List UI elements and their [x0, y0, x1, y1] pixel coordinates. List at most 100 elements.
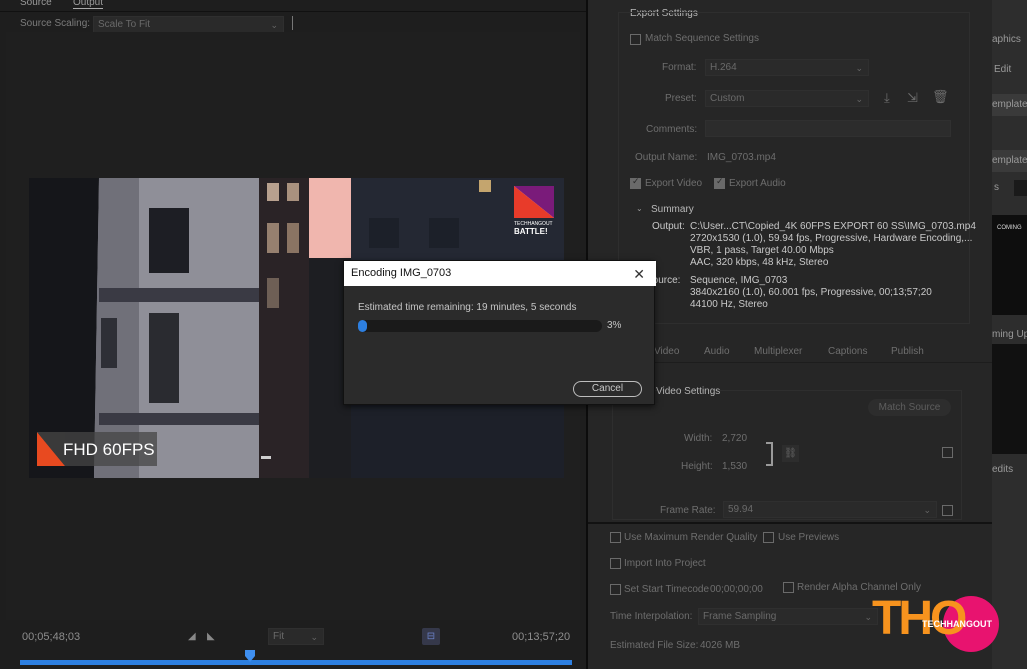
- aspect-ratio-icon[interactable]: ⊟: [422, 628, 440, 645]
- start-timecode-value[interactable]: 00;00;00;00: [710, 584, 763, 595]
- strip-button[interactable]: emplate: [992, 94, 1027, 116]
- chevron-down-icon: ⌄: [855, 94, 863, 104]
- summary-output-label: Output:: [652, 221, 685, 232]
- close-icon[interactable]: ✕: [633, 266, 645, 283]
- output-line: VBR, 1 pass, Target 40.00 Mbps: [690, 245, 834, 256]
- progress-percent-label: 3%: [607, 320, 622, 331]
- max-render-quality-checkbox[interactable]: [610, 532, 621, 543]
- import-into-project-checkbox[interactable]: [610, 558, 621, 569]
- encoding-progress-fill: [358, 320, 367, 332]
- max-render-quality-label: Use Maximum Render Quality: [624, 532, 758, 543]
- source-line: Sequence, IMG_0703: [690, 275, 788, 286]
- cancel-button[interactable]: Cancel: [573, 381, 642, 397]
- chevron-down-icon: ⌄: [270, 20, 278, 30]
- tab-captions[interactable]: Captions: [828, 346, 867, 357]
- output-line: 2720x1530 (1.0), 59.94 fps, Progressive,…: [690, 233, 973, 244]
- summary-output-details: C:\User...CT\Copied_4K 60FPS EXPORT 60 S…: [690, 221, 976, 269]
- export-audio-checkbox[interactable]: [714, 178, 725, 189]
- strip-item-label: emplate: [992, 155, 1027, 166]
- strip-thumbnail-label: COMING: [997, 225, 1022, 231]
- timecode-duration: 00;13;57;20: [512, 631, 571, 643]
- preset-label: Preset:: [665, 93, 697, 104]
- corner-logo: TECHHANGOUT BATTLE!: [514, 186, 558, 236]
- strip-thumbnail: COMING: [992, 215, 1027, 315]
- use-previews-checkbox[interactable]: [763, 532, 774, 543]
- save-preset-icon[interactable]: ⤓: [884, 90, 890, 106]
- use-previews-label: Use Previews: [778, 532, 840, 543]
- dialog-title-bar: Encoding IMG_0703: [344, 261, 656, 286]
- width-label: Width:: [684, 433, 713, 444]
- chevron-down-icon: ⌄: [310, 632, 318, 642]
- strip-item[interactable]: edits: [992, 464, 1013, 475]
- estimated-size-value: 4026 MB: [700, 640, 741, 651]
- output-name-label: Output Name:: [635, 152, 698, 163]
- comments-input[interactable]: [705, 120, 951, 137]
- chevron-down-icon: ⌄: [864, 612, 872, 622]
- mark-in-icon[interactable]: ◢: [188, 631, 196, 642]
- encoding-progress-bar: [358, 320, 602, 332]
- height-label: Height:: [681, 461, 713, 472]
- link-icon[interactable]: ⛓: [782, 445, 799, 462]
- width-value[interactable]: 2,720: [722, 433, 747, 444]
- time-interpolation-label: Time Interpolation:: [610, 611, 693, 622]
- timecode-current[interactable]: 00;05;48;03: [22, 631, 80, 643]
- export-video-checkbox[interactable]: [630, 178, 641, 189]
- match-sequence-checkbox[interactable]: [630, 34, 641, 45]
- import-preset-icon[interactable]: ⇲: [907, 90, 918, 106]
- cancel-label: Cancel: [591, 383, 624, 394]
- export-video-label: Export Video: [645, 178, 703, 189]
- chevron-down-icon[interactable]: ⌄: [636, 204, 643, 213]
- render-alpha-checkbox[interactable]: [783, 582, 794, 593]
- source-scaling-dropdown[interactable]: Scale To Fit ⌄: [93, 16, 284, 33]
- tab-source[interactable]: Source: [20, 0, 52, 8]
- strip-item[interactable]: aphics: [992, 34, 1021, 45]
- summary-title: Summary: [651, 204, 694, 215]
- tab-multiplexer[interactable]: Multiplexer: [754, 346, 802, 357]
- trash-icon[interactable]: 🗑: [932, 89, 949, 105]
- tab-output[interactable]: Output: [73, 0, 104, 9]
- format-dropdown[interactable]: H.264 ⌄: [705, 59, 869, 76]
- strip-item-label: emplate: [992, 99, 1027, 110]
- tab-audio[interactable]: Audio: [704, 346, 730, 357]
- fhd-overlay-text: FHD 60FPS: [63, 440, 155, 459]
- dimension-bracket: [766, 442, 773, 466]
- corner-logo-line-2: BATTLE!: [514, 227, 548, 236]
- source-line: 44100 Hz, Stereo: [690, 299, 768, 310]
- estimated-size-label: Estimated File Size:: [610, 640, 699, 651]
- strip-item[interactable]: Edit: [994, 64, 1011, 75]
- frame-rate-override-checkbox[interactable]: [942, 505, 953, 516]
- width-height-override-checkbox[interactable]: [942, 447, 953, 458]
- preset-dropdown[interactable]: Custom ⌄: [705, 90, 869, 107]
- set-start-timecode-label: Set Start Timecode: [624, 584, 710, 595]
- watermark-small-text: TECHHANGOUT: [922, 619, 992, 629]
- mark-out-icon[interactable]: ◣: [207, 631, 215, 642]
- chevron-down-icon: ⌄: [923, 505, 931, 515]
- tab-publish[interactable]: Publish: [891, 346, 924, 357]
- timeline-range-bar[interactable]: [20, 660, 572, 665]
- time-remaining-text: Estimated time remaining: 19 minutes, 5 …: [358, 302, 577, 313]
- format-value: H.264: [710, 62, 737, 73]
- time-interpolation-dropdown[interactable]: Frame Sampling ⌄: [698, 608, 878, 625]
- strip-button[interactable]: emplate: [992, 150, 1027, 172]
- match-sequence-label: Match Sequence Settings: [645, 33, 759, 44]
- strip-item[interactable]: ming Up: [992, 329, 1027, 340]
- tab-video[interactable]: Video: [654, 346, 679, 357]
- height-value[interactable]: 1,530: [722, 461, 747, 472]
- comments-label: Comments:: [646, 124, 698, 135]
- logo-mark-icon: [514, 186, 554, 218]
- section-divider: [588, 522, 992, 524]
- output-name-link[interactable]: IMG_0703.mp4: [707, 152, 776, 163]
- chevron-down-icon: ⌄: [855, 63, 863, 73]
- match-source-label: Match Source: [878, 402, 941, 413]
- divider-marker: [292, 16, 293, 30]
- fit-dropdown[interactable]: Fit ⌄: [268, 628, 324, 645]
- match-source-button[interactable]: Match Source: [868, 399, 951, 416]
- summary-source-details: Sequence, IMG_0703 3840x2160 (1.0), 60.0…: [690, 275, 932, 311]
- encoding-dialog: Encoding IMG_0703 ✕ Estimated time remai…: [343, 260, 656, 405]
- strip-input[interactable]: [1014, 180, 1027, 196]
- frame-rate-dropdown[interactable]: 59.94 ⌄: [723, 501, 937, 518]
- playhead-icon[interactable]: [245, 650, 255, 662]
- strip-thumbnail: [992, 344, 1027, 454]
- set-start-timecode-checkbox[interactable]: [610, 584, 621, 595]
- strip-item[interactable]: s: [994, 182, 999, 193]
